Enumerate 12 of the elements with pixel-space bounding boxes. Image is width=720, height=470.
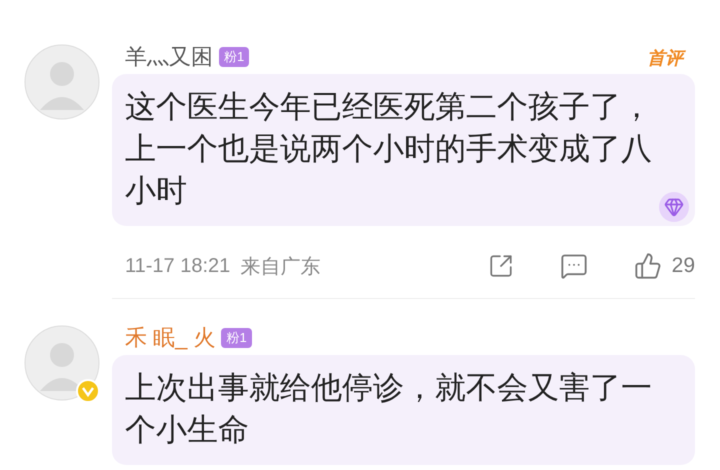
- fan-badge: 粉1: [219, 47, 250, 67]
- reply-icon[interactable]: [560, 252, 588, 280]
- comment-text: 上次出事就给他停诊，就不会又害了一个小生命: [125, 369, 653, 449]
- comment-time: 11-17 18:21: [125, 254, 230, 278]
- username[interactable]: 禾 眠_ 火: [125, 323, 216, 353]
- thumbs-up-icon: [634, 252, 662, 280]
- share-icon[interactable]: [488, 253, 514, 279]
- comment-text: 这个医生今年已经医死第二个孩子了，上一个也是说两个小时的手术变成了八小时: [125, 88, 653, 210]
- comment-location: 来自广东: [240, 254, 320, 280]
- like-button[interactable]: 29: [634, 252, 695, 280]
- username[interactable]: 羊灬又困: [125, 42, 213, 72]
- fan-badge: 粉1: [221, 328, 252, 348]
